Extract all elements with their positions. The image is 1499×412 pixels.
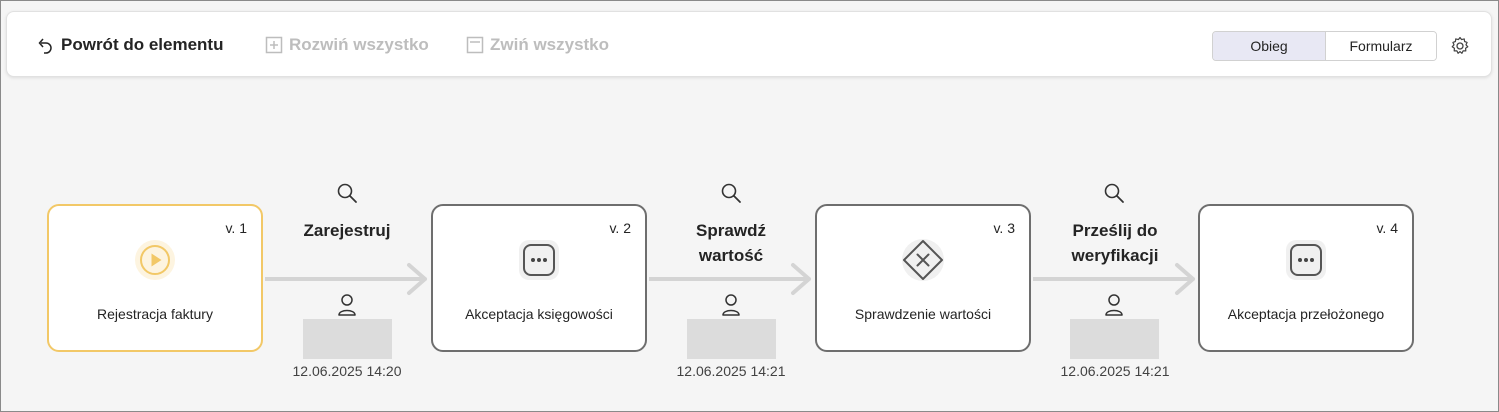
step-version: v. 1 xyxy=(225,220,247,236)
zoom-icon[interactable] xyxy=(720,182,742,204)
more-icon xyxy=(1284,238,1328,282)
more-icon xyxy=(517,238,561,282)
expand-all-button[interactable]: Rozwiń wszystko xyxy=(265,12,429,78)
transition-title: Sprawdź wartość xyxy=(649,218,813,268)
transition-title-line: Zarejestruj xyxy=(303,221,391,240)
user-name-blurred xyxy=(687,319,776,359)
view-switch: Obieg Formularz xyxy=(1212,31,1437,61)
workflow-step-akceptacja-przelozonego[interactable]: v. 4 Akceptacja przełożonego xyxy=(1198,204,1414,352)
expand-all-label: Rozwiń wszystko xyxy=(289,35,429,54)
workflow-step-sprawdzenie-wartosci[interactable]: v. 3 Sprawdzenie wartości xyxy=(815,204,1031,352)
collapse-icon xyxy=(466,36,484,54)
step-label: Rejestracja faktury xyxy=(97,306,213,322)
tab-obieg[interactable]: Obieg xyxy=(1213,32,1326,60)
transition-title: Prześlij do weryfikacji xyxy=(1033,218,1197,268)
step-version: v. 2 xyxy=(609,220,631,236)
transition-title: Zarejestruj xyxy=(265,218,429,243)
collapse-all-button[interactable]: Zwiń wszystko xyxy=(466,12,609,78)
toolbar: Powrót do elementu Rozwiń wszystko Zwiń … xyxy=(6,11,1492,77)
gear-icon[interactable] xyxy=(1450,36,1470,56)
transition-title-line: Prześlij do xyxy=(1072,221,1158,240)
zoom-icon[interactable] xyxy=(1103,182,1125,204)
transition-title-line: wartość xyxy=(698,246,764,265)
workflow-step-rejestracja[interactable]: v. 1 Rejestracja faktury xyxy=(47,204,263,352)
person-icon xyxy=(1105,294,1123,316)
step-version: v. 4 xyxy=(1376,220,1398,236)
transition-title-line: Sprawdź xyxy=(696,221,766,240)
expand-icon xyxy=(265,36,283,54)
user-name-blurred xyxy=(303,319,392,359)
step-version: v. 3 xyxy=(993,220,1015,236)
transition-timestamp: 12.06.2025 14:21 xyxy=(676,363,786,379)
collapse-all-label: Zwiń wszystko xyxy=(490,35,610,54)
step-label: Sprawdzenie wartości xyxy=(854,306,992,322)
person-icon xyxy=(338,294,356,316)
step-label: Akceptacja księgowości xyxy=(465,306,613,322)
user-name-blurred xyxy=(1070,319,1159,359)
decision-icon xyxy=(901,238,945,282)
back-button[interactable]: Powrót do elementu xyxy=(37,12,223,78)
step-label: Akceptacja przełożonego xyxy=(1227,306,1385,322)
play-icon xyxy=(133,238,177,282)
person-icon xyxy=(722,294,740,316)
workflow-step-akceptacja-ksiegowosci[interactable]: v. 2 Akceptacja księgowości xyxy=(431,204,647,352)
back-button-label: Powrót do elementu xyxy=(61,35,224,54)
tab-formularz[interactable]: Formularz xyxy=(1326,32,1436,60)
zoom-icon[interactable] xyxy=(336,182,358,204)
transition-timestamp: 12.06.2025 14:21 xyxy=(1060,363,1170,379)
transition-title-line: weryfikacji xyxy=(1071,246,1159,265)
undo-arrow-icon xyxy=(38,38,52,54)
transition-timestamp: 12.06.2025 14:20 xyxy=(292,363,402,379)
